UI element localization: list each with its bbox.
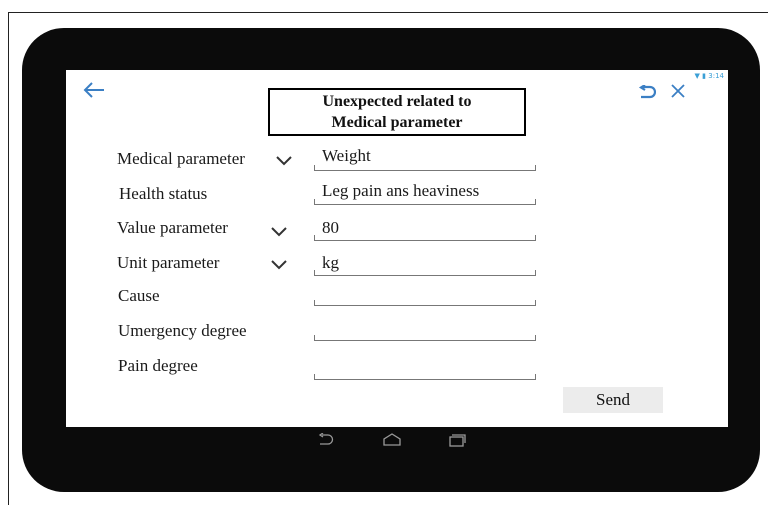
app-screen: ▼ ▮ 3:14 Unexpected related to Medical p… <box>66 70 728 427</box>
cause-field[interactable] <box>314 289 536 306</box>
wifi-icon: ▼ <box>694 72 700 80</box>
value-parameter-label: Value parameter <box>117 218 228 237</box>
battery-icon: ▮ <box>702 72 707 80</box>
send-button[interactable]: Send <box>563 387 663 413</box>
page-title: Unexpected related to Medical parameter <box>268 88 526 136</box>
pain-degree-field[interactable] <box>314 363 536 380</box>
title-line-1: Unexpected related to <box>322 93 472 110</box>
chevron-down-icon[interactable] <box>271 227 287 237</box>
cause-label: Cause <box>118 286 160 305</box>
umergency-degree-label: Umergency degree <box>118 321 247 340</box>
back-arrow-icon[interactable] <box>83 82 105 98</box>
health-status-field[interactable] <box>314 188 536 205</box>
value-parameter-field[interactable] <box>314 224 536 241</box>
chevron-down-icon[interactable] <box>271 260 287 270</box>
umergency-degree-field[interactable] <box>314 324 536 341</box>
unit-parameter-label: Unit parameter <box>117 253 220 272</box>
chevron-down-icon[interactable] <box>276 156 292 166</box>
title-line-2: Medical parameter <box>331 114 463 131</box>
unit-parameter-field[interactable] <box>314 259 536 276</box>
medical-parameter-label: Medical parameter <box>117 149 245 168</box>
medical-parameter-field[interactable] <box>314 154 536 171</box>
close-icon[interactable] <box>670 83 686 99</box>
health-status-label: Health status <box>119 184 208 203</box>
status-time: 3:14 <box>708 72 724 80</box>
nav-home-icon[interactable] <box>382 433 402 447</box>
nav-recents-icon[interactable] <box>448 433 466 447</box>
undo-icon[interactable] <box>638 85 656 99</box>
nav-back-icon[interactable] <box>316 433 334 447</box>
pain-degree-label: Pain degree <box>118 356 198 375</box>
status-bar: ▼ ▮ 3:14 <box>695 72 724 80</box>
android-nav-bar <box>66 427 728 455</box>
